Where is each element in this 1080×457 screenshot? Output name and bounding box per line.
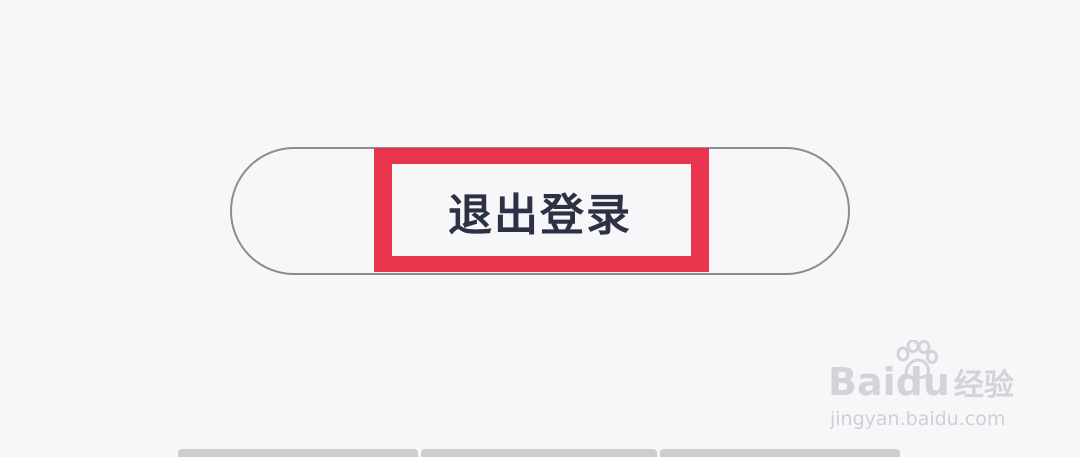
bottom-tab-segment-2[interactable]: [421, 449, 657, 457]
logout-button[interactable]: 退出登录: [230, 147, 850, 275]
bottom-tab-segment-3[interactable]: [660, 449, 900, 457]
watermark-brand: Baidu 经验: [828, 360, 1014, 404]
bottom-tab-segment-1[interactable]: [178, 449, 418, 457]
watermark-url: jingyan.baidu.com: [830, 408, 1006, 430]
baidu-jingyan-watermark: Baidu 经验 jingyan.baidu.com: [828, 338, 1038, 438]
logout-button-label: 退出登录: [448, 190, 632, 241]
